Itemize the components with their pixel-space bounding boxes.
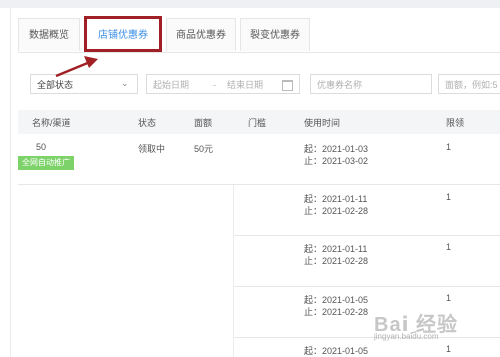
date-range-picker[interactable]: 起始日期 - 结束日期	[146, 74, 300, 94]
tab-product-coupons[interactable]: 商品优惠券	[166, 18, 236, 51]
channel-badge: 全网自动推广	[18, 156, 74, 170]
row-divider	[18, 184, 500, 185]
amount-input[interactable]: 面额，例如:5	[438, 74, 500, 94]
annotation-highlight-box	[84, 16, 162, 52]
date-separator: -	[213, 80, 216, 90]
limit-value: 1	[446, 242, 452, 252]
header-limit: 限领	[446, 118, 465, 128]
table-header: 名称/渠道 状态 面额 门槛 使用时间 限领	[18, 110, 500, 134]
tab-fission-coupons[interactable]: 裂变优惠券	[240, 18, 310, 51]
header-amount: 面额	[194, 118, 213, 128]
start-date-placeholder: 起始日期	[153, 80, 190, 90]
coupon-name: 50	[36, 142, 47, 152]
coupon-name-input[interactable]: 优惠券名称	[310, 74, 432, 94]
time-start: 起：2021-01-05	[304, 346, 369, 356]
content-panel	[10, 8, 500, 357]
time-end: 止：2021-03-02	[304, 156, 369, 166]
tab-data-overview[interactable]: 数据概览	[18, 18, 80, 51]
header-threshold: 门槛	[248, 118, 267, 128]
chevron-down-icon: ⌄	[121, 78, 129, 88]
limit-value: 1	[446, 293, 452, 303]
row-divider	[234, 286, 500, 287]
limit-value: 1	[446, 142, 452, 152]
header-name: 名称/渠道	[32, 118, 71, 128]
limit-value: 1	[446, 192, 452, 202]
row-divider	[234, 337, 500, 338]
status-select-value: 全部状态	[37, 80, 74, 90]
status-select[interactable]: 全部状态 ⌄	[30, 74, 138, 94]
coupon-status: 领取中	[138, 144, 166, 154]
header-status: 状态	[138, 118, 157, 128]
watermark-url: jingyan.baidu.com	[374, 332, 439, 341]
end-date-placeholder: 结束日期	[227, 80, 264, 90]
time-end: 止：2021-02-28	[304, 307, 369, 317]
limit-value: 1	[446, 344, 452, 354]
time-end: 止：2021-02-28	[304, 206, 369, 216]
calendar-icon	[282, 80, 293, 91]
header-time: 使用时间	[304, 118, 341, 128]
column-divider	[233, 185, 234, 357]
row-divider	[234, 235, 500, 236]
time-end: 止：2021-02-28	[304, 256, 369, 266]
top-strip	[0, 0, 500, 8]
coupon-amount: 50元	[194, 144, 214, 154]
